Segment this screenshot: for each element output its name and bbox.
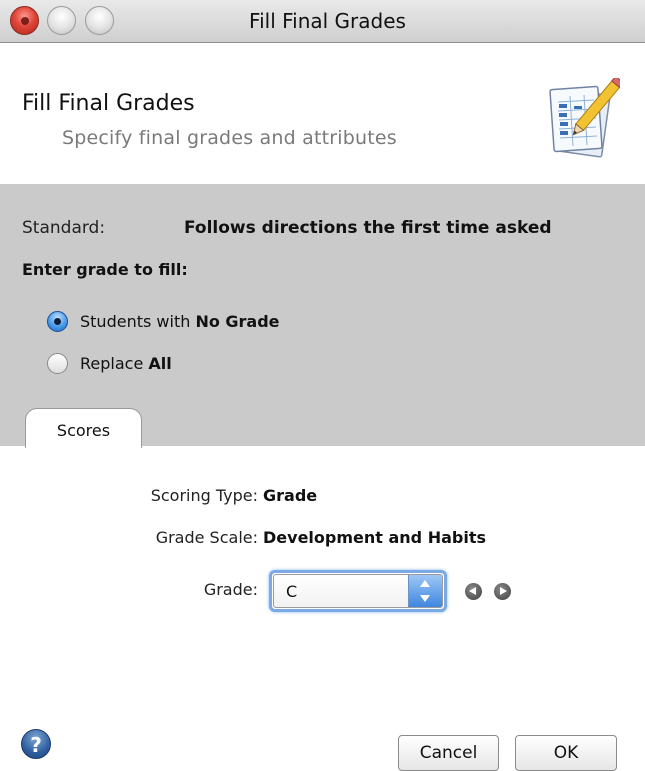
radio-label-bold: No Grade (195, 311, 280, 331)
grade-scale-value: Development and Habits (263, 528, 486, 547)
radio-students-no-grade[interactable]: Students with No Grade (47, 309, 280, 333)
ok-button[interactable]: OK (515, 735, 617, 771)
cancel-button[interactable]: Cancel (398, 735, 499, 771)
next-grade-icon[interactable] (494, 583, 511, 600)
help-glyph: ? (30, 733, 42, 757)
dialog-subtitle: Specify final grades and attributes (62, 127, 397, 149)
window-title: Fill Final Grades (249, 9, 406, 33)
grade-stepper-icon[interactable] (408, 575, 442, 607)
radio-unselected-icon[interactable] (47, 352, 68, 374)
radio-selected-icon[interactable] (47, 310, 68, 332)
grade-label: Grade: (203, 580, 258, 599)
tab-scores[interactable]: Scores (25, 408, 142, 448)
stepper-up-icon[interactable] (420, 580, 430, 587)
grade-select[interactable]: C (269, 570, 447, 612)
standard-label: Standard: (22, 218, 106, 238)
tab-scores-label: Scores (56, 421, 111, 440)
radio-replace-all[interactable]: Replace All (47, 351, 172, 375)
help-icon[interactable]: ? (21, 729, 51, 759)
gradebook-pencil-icon (549, 78, 620, 158)
dialog-title: Fill Final Grades (22, 91, 195, 116)
window-titlebar: Fill Final Grades (0, 0, 645, 43)
previous-grade-icon[interactable] (465, 583, 482, 600)
radio-label-prefix: Replace (80, 353, 149, 373)
radio-label-bold: All (148, 353, 172, 373)
grade-scale-label: Grade Scale: (155, 528, 258, 547)
radio-label-prefix: Students with (80, 311, 196, 331)
standard-value: Follows directions the first time asked (184, 218, 552, 238)
scoring-type-value: Grade (263, 486, 318, 505)
enter-grade-label: Enter grade to fill: (22, 260, 188, 279)
grade-select-field[interactable]: C (273, 574, 443, 608)
grade-select-value: C (286, 582, 298, 601)
stepper-down-icon[interactable] (420, 595, 430, 602)
scoring-type-label: Scoring Type: (150, 486, 258, 505)
